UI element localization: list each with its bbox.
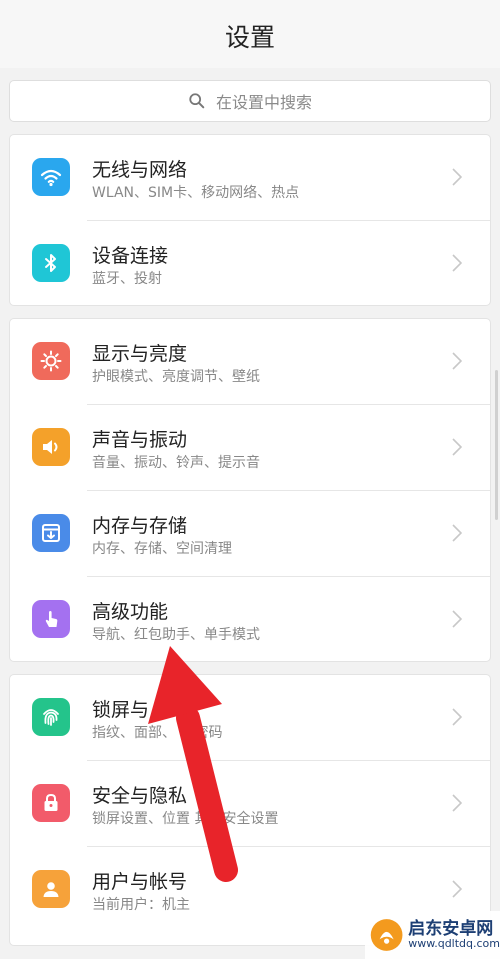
watermark-logo-icon — [370, 919, 403, 951]
chevron-right-icon — [452, 352, 462, 370]
settings-item-subtitle: 锁屏设置、位置 其他安全设置 — [92, 811, 279, 827]
settings-group-security: 锁屏与 指纹、面部、 屏密码 安全与隐私 锁屏设置、位置 其他安全设置 用户与帐… — [9, 674, 491, 946]
watermark-title: 启东安卓网 — [408, 918, 494, 939]
settings-item-label: 显示与亮度 — [92, 343, 188, 365]
settings-item-sound-vibration[interactable]: 声音与振动 音量、振动、铃声、提示音 — [10, 405, 490, 491]
chevron-right-icon — [452, 524, 462, 542]
settings-item-wireless-network[interactable]: 无线与网络 WLAN、SIM卡、移动网络、热点 — [10, 135, 490, 221]
settings-item-advanced-features[interactable]: 高级功能 导航、红包助手、单手模式 — [10, 577, 490, 661]
fingerprint-icon — [32, 698, 70, 736]
storage-icon — [32, 514, 70, 552]
chevron-right-icon — [452, 610, 462, 628]
settings-item-label: 声音与振动 — [92, 429, 188, 451]
search-input[interactable]: 在设置中搜索 — [9, 80, 491, 122]
page-title: 设置 — [224, 23, 275, 52]
wifi-icon — [32, 158, 70, 196]
settings-item-subtitle: 护眼模式、亮度调节、壁纸 — [92, 369, 260, 385]
settings-item-subtitle: 音量、振动、铃声、提示音 — [92, 455, 260, 471]
settings-item-subtitle: 蓝牙、投射 — [92, 271, 162, 287]
brightness-icon — [32, 342, 70, 380]
settings-group-device: 显示与亮度 护眼模式、亮度调节、壁纸 声音与振动 音量、振动、铃声、提示音 内存… — [9, 318, 491, 662]
user-icon — [32, 870, 70, 908]
chevron-right-icon — [452, 794, 462, 812]
search-placeholder: 在设置中搜索 — [215, 93, 312, 112]
settings-item-subtitle: 指纹、面部、 屏密码 — [92, 725, 223, 741]
watermark: 启东安卓网 www.qdltdq.com — [365, 911, 500, 959]
lock-icon — [32, 784, 70, 822]
settings-item-display-brightness[interactable]: 显示与亮度 护眼模式、亮度调节、壁纸 — [10, 319, 490, 405]
chevron-right-icon — [452, 254, 462, 272]
chevron-right-icon — [452, 438, 462, 456]
settings-item-label: 无线与网络 — [92, 159, 188, 181]
settings-item-memory-storage[interactable]: 内存与存储 内存、存储、空间清理 — [10, 491, 490, 577]
settings-item-subtitle: 内存、存储、空间清理 — [92, 541, 232, 557]
bluetooth-icon — [32, 244, 70, 282]
chevron-right-icon — [452, 880, 462, 898]
settings-item-label: 锁屏与 — [92, 699, 150, 721]
chevron-right-icon — [452, 168, 462, 186]
settings-item-label: 高级功能 — [92, 601, 169, 623]
settings-item-security-privacy[interactable]: 安全与隐私 锁屏设置、位置 其他安全设置 — [10, 761, 490, 847]
hand-icon — [32, 600, 70, 638]
speaker-icon — [32, 428, 70, 466]
settings-item-label: 安全与隐私 — [92, 785, 188, 807]
settings-group-connectivity: 无线与网络 WLAN、SIM卡、移动网络、热点 设备连接 蓝牙、投射 — [9, 134, 491, 306]
settings-item-label: 内存与存储 — [92, 515, 188, 537]
chevron-right-icon — [452, 708, 462, 726]
settings-item-subtitle: WLAN、SIM卡、移动网络、热点 — [92, 185, 300, 201]
settings-item-device-connection[interactable]: 设备连接 蓝牙、投射 — [10, 221, 490, 305]
settings-item-label: 用户与帐号 — [92, 871, 188, 893]
settings-item-lockscreen[interactable]: 锁屏与 指纹、面部、 屏密码 — [10, 675, 490, 761]
settings-item-subtitle: 导航、红包助手、单手模式 — [92, 627, 260, 643]
watermark-url: www.qdltdq.com — [408, 937, 500, 951]
settings-item-label: 设备连接 — [92, 245, 169, 267]
scrollbar[interactable] — [495, 370, 498, 520]
settings-item-subtitle: 当前用户：机主 — [92, 897, 190, 913]
title-bar: 设置 — [0, 0, 500, 68]
search-icon — [189, 93, 205, 109]
